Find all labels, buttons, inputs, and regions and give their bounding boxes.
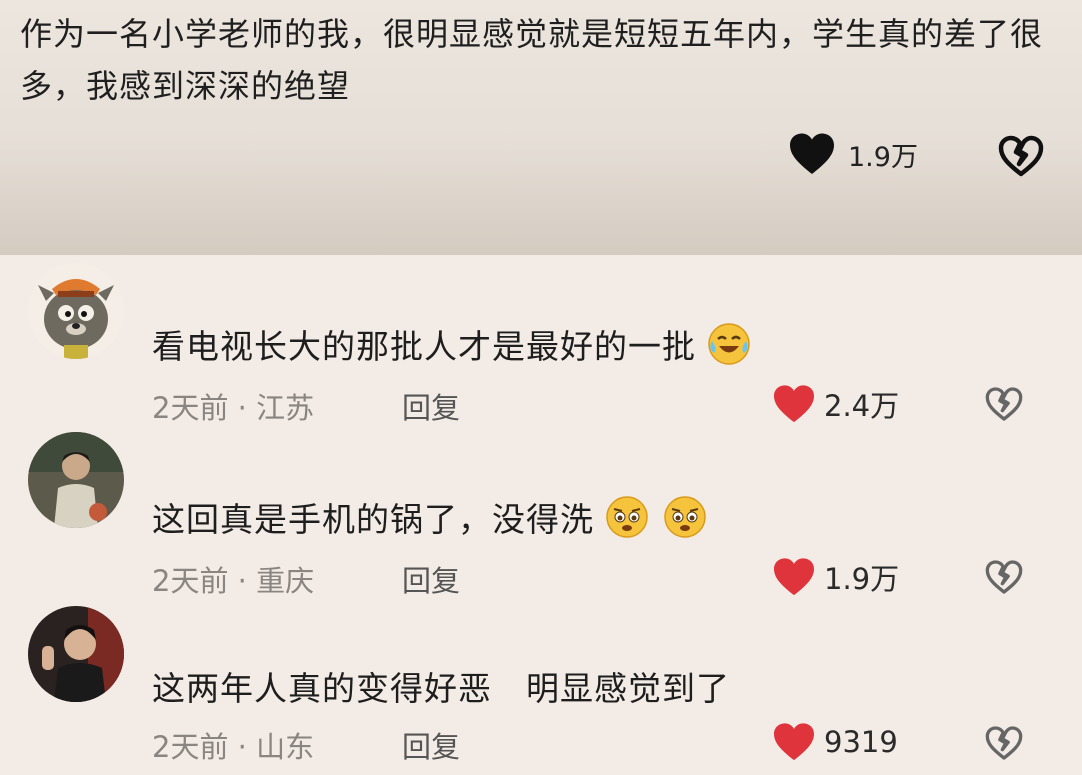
red-heart-icon xyxy=(774,385,814,423)
like-button[interactable]: 9319 xyxy=(772,722,898,762)
comment-item: 这回真是手机的锅了，没得洗 2天前 · 重庆 回复 1.9万 xyxy=(0,430,1082,605)
meta-separator: · xyxy=(228,564,257,598)
comment-text: 这两年人真的变得好恶 明显感觉到了 xyxy=(152,669,730,708)
comment-meta: 2天前 · 江苏 xyxy=(152,385,314,427)
avatar[interactable] xyxy=(28,432,124,528)
comment-text: 看电视长大的那批人才是最好的一批 xyxy=(152,327,696,366)
red-heart-icon xyxy=(774,723,814,761)
comment-time: 2天前 xyxy=(152,564,229,598)
red-heart-icon xyxy=(774,558,814,596)
broken-heart-icon[interactable] xyxy=(984,385,1024,423)
broken-heart-icon[interactable] xyxy=(984,558,1024,596)
comment-text: 这回真是手机的锅了，没得洗 xyxy=(152,500,594,539)
person-photo-avatar xyxy=(28,606,124,702)
broken-heart-icon[interactable] xyxy=(997,134,1045,178)
comment-text-row: 这回真是手机的锅了，没得洗 xyxy=(152,492,710,542)
like-button[interactable]: 2.4万 xyxy=(772,383,899,425)
comment-item: 看电视长大的那批人才是最好的一批 2天前 · 江苏 回复 2.4万 xyxy=(0,255,1082,430)
meta-separator: · xyxy=(228,391,257,425)
pleading-emoji xyxy=(606,496,648,538)
comment-location: 江苏 xyxy=(256,391,315,425)
like-button[interactable]: 1.9万 xyxy=(772,556,899,598)
meta-separator: · xyxy=(228,730,257,764)
post-text: 作为一名小学老师的我，很明显感觉就是短短五年内，学生真的差了很多，我感到深深的绝… xyxy=(20,15,1044,105)
comment-time: 2天前 xyxy=(152,391,229,425)
like-count: 1.9万 xyxy=(824,562,900,596)
post-like-button[interactable]: 1.9万 xyxy=(788,132,918,176)
comment-time: 2天前 xyxy=(152,730,229,764)
comment-text-row: 看电视长大的那批人才是最好的一批 xyxy=(152,319,754,369)
wolf-cartoon-avatar xyxy=(28,263,124,359)
pleading-emoji xyxy=(664,496,706,538)
reply-button[interactable]: 回复 xyxy=(402,558,460,600)
crying-laugh-emoji xyxy=(708,323,750,365)
comment-item: 这两年人真的变得好恶 明显感觉到了 2天前 · 山东 回复 9319 xyxy=(0,600,1082,775)
comment-location: 重庆 xyxy=(256,564,315,598)
avatar[interactable] xyxy=(28,606,124,702)
avatar[interactable] xyxy=(28,263,124,359)
comment-text-row: 这两年人真的变得好恶 明显感觉到了 xyxy=(152,662,730,710)
comment-location: 山东 xyxy=(256,730,315,764)
broken-heart-icon[interactable] xyxy=(984,724,1024,762)
post-card: 作为一名小学老师的我，很明显感觉就是短短五年内，学生真的差了很多，我感到深深的绝… xyxy=(0,0,1082,255)
reply-button[interactable]: 回复 xyxy=(402,724,460,766)
black-heart-icon xyxy=(790,133,834,174)
post-like-count: 1.9万 xyxy=(848,141,918,173)
comment-meta: 2天前 · 重庆 xyxy=(152,558,314,600)
person-photo-avatar xyxy=(28,432,124,528)
comment-meta: 2天前 · 山东 xyxy=(152,724,314,766)
reply-button[interactable]: 回复 xyxy=(402,385,460,427)
like-count: 2.4万 xyxy=(824,389,900,423)
like-count: 9319 xyxy=(824,725,898,759)
